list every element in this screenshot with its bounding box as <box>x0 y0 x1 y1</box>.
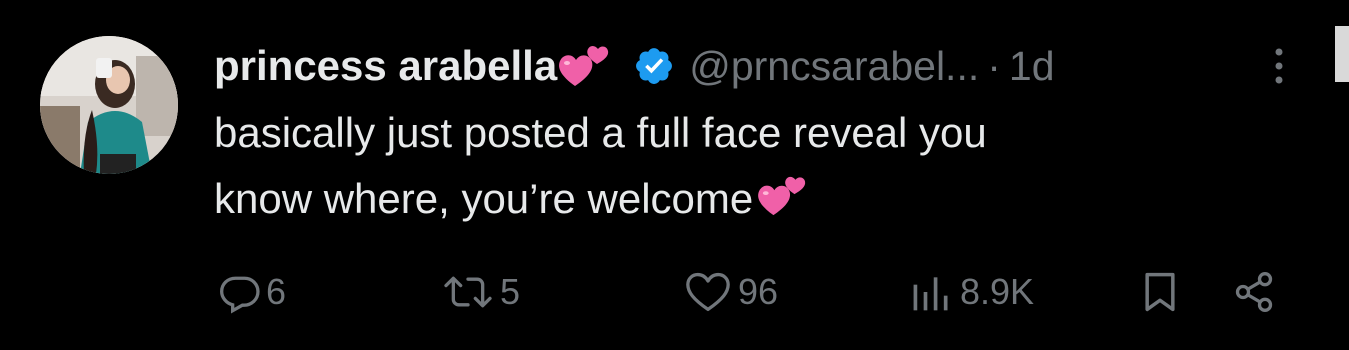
avatar-photo <box>40 36 178 174</box>
two-hearts-icon <box>758 176 806 216</box>
share-button[interactable] <box>1232 264 1276 320</box>
verified-badge-icon[interactable] <box>633 45 675 87</box>
retweet-count: 5 <box>500 271 521 312</box>
tweet-header: princess arabella @prncsarabel... · 1d <box>214 38 1055 94</box>
reply-icon <box>220 276 260 314</box>
like-button[interactable]: 96 <box>682 264 778 320</box>
bookmark-button[interactable] <box>1138 264 1182 320</box>
tweet-text: basically just posted a full face reveal… <box>214 100 1274 232</box>
action-bar: 6 5 96 8.9K <box>214 264 1294 320</box>
share-icon <box>1235 272 1273 312</box>
heart-icon <box>686 272 730 312</box>
two-hearts-icon <box>559 46 609 86</box>
tweet-text-line: basically just posted a full face reveal… <box>214 109 987 156</box>
timestamp[interactable]: 1d <box>1009 43 1055 90</box>
author-name[interactable]: princess arabella <box>214 42 557 90</box>
retweet-icon <box>444 276 492 308</box>
more-options-icon[interactable] <box>1268 44 1290 88</box>
views-button[interactable]: 8.9K <box>906 264 1034 320</box>
author-handle[interactable]: @prncsarabel... <box>689 43 979 90</box>
tweet-text-line-content: know where, you’re welcome <box>214 175 754 222</box>
reply-count: 6 <box>266 271 287 312</box>
bookmark-icon <box>1145 272 1175 312</box>
avatar[interactable] <box>40 36 178 174</box>
like-count: 96 <box>738 271 779 312</box>
views-icon <box>913 277 948 311</box>
reply-button[interactable]: 6 <box>218 264 286 320</box>
retweet-button[interactable]: 5 <box>440 264 520 320</box>
separator: · <box>987 42 1001 89</box>
views-count: 8.9K <box>960 271 1035 312</box>
scrollbar[interactable] <box>1335 26 1349 82</box>
tweet-text-line-2: know where, you’re welcome <box>214 166 1274 232</box>
